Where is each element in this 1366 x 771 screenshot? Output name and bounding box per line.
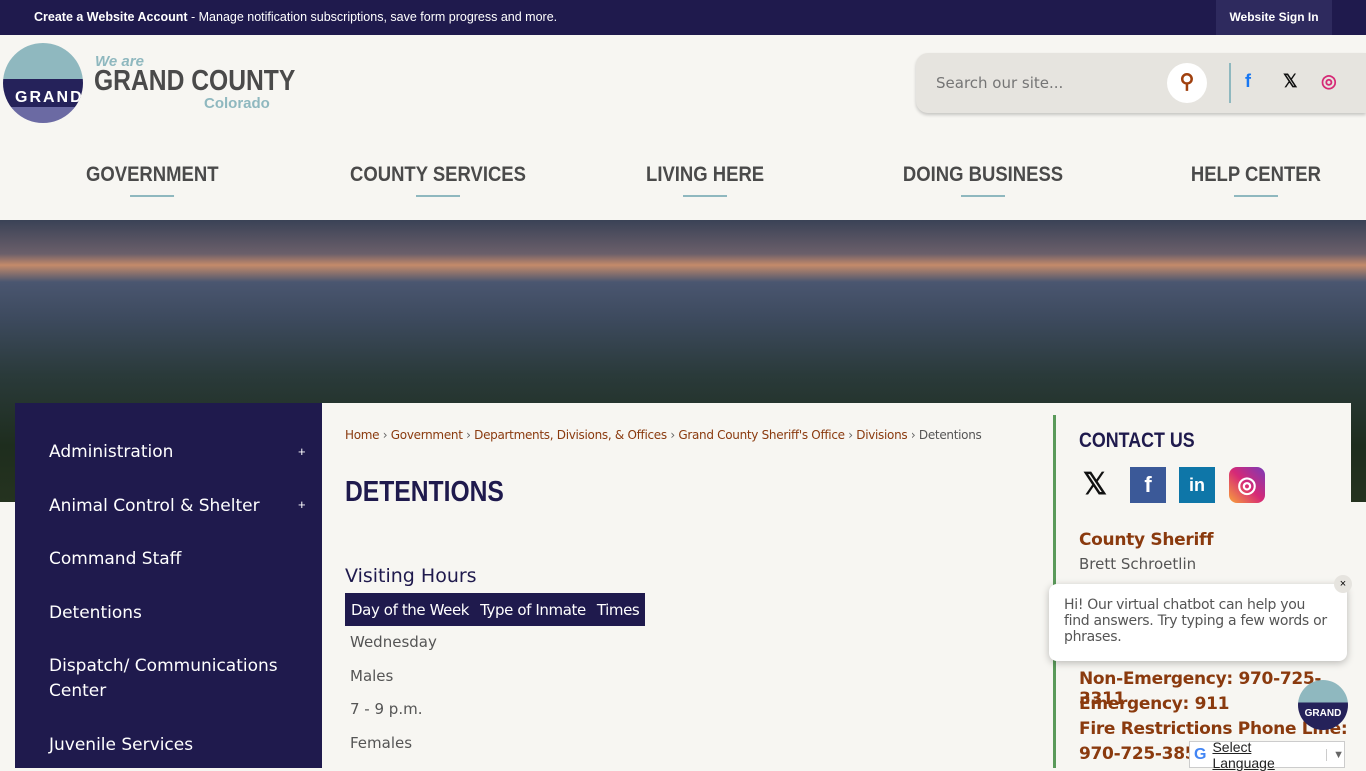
column-header: Day of the Week xyxy=(351,600,470,619)
sidebar-item-animal-control[interactable]: Animal Control & Shelter xyxy=(49,494,279,519)
search-icon: ⚲ xyxy=(1179,71,1195,93)
emergency-phone[interactable]: Emergency: 911 xyxy=(1079,694,1230,714)
language-select[interactable]: G Select Language ▼ xyxy=(1189,739,1345,771)
logo[interactable]: GRAND xyxy=(3,43,83,123)
x-icon[interactable]: 𝕏 xyxy=(1077,467,1113,503)
column-header: Times xyxy=(596,600,640,619)
column-header: Type of Inmate xyxy=(480,600,586,619)
table-header: Day of the Week Type of Inmate Times xyxy=(345,593,646,626)
logo-text-grand-county[interactable]: GRAND COUNTY xyxy=(94,65,295,98)
breadcrumb-sheriff[interactable]: Grand County Sheriff's Office xyxy=(678,428,845,442)
linkedin-icon[interactable]: in xyxy=(1179,467,1215,503)
chatbot-avatar[interactable]: GRAND xyxy=(1298,680,1348,730)
language-select-label[interactable]: Select Language xyxy=(1212,739,1314,771)
facebook-icon[interactable]: f xyxy=(1245,71,1251,92)
breadcrumb-home[interactable]: Home xyxy=(345,428,380,442)
table-cell: Females xyxy=(350,734,413,752)
logo-text-colorado[interactable]: Colorado xyxy=(204,95,270,112)
facebook-icon[interactable]: f xyxy=(1130,467,1166,503)
sheriff-name: Brett Schroetlin xyxy=(1079,555,1197,573)
create-account-label[interactable]: Create a Website Account xyxy=(34,10,188,24)
search-input[interactable] xyxy=(936,69,1156,97)
table-cell: Wednesday xyxy=(350,633,437,651)
sheriff-title: County Sheriff xyxy=(1079,530,1214,550)
close-icon[interactable]: × xyxy=(1334,575,1352,593)
breadcrumb-government[interactable]: Government xyxy=(391,428,463,442)
sidebar-item-juvenile-services[interactable]: Juvenile Services xyxy=(49,733,279,758)
logo-badge-text: GRAND xyxy=(15,89,83,106)
breadcrumb: Home › Government › Departments, Divisio… xyxy=(345,428,982,442)
nav-county-services[interactable]: COUNTY SERVICES xyxy=(350,163,526,197)
instagram-icon[interactable]: ◎ xyxy=(1321,71,1337,92)
divider xyxy=(1229,63,1231,103)
expand-icon[interactable]: + xyxy=(298,444,306,459)
visiting-hours-heading: Visiting Hours xyxy=(345,565,477,587)
nav-government[interactable]: GOVERNMENT xyxy=(86,163,218,197)
instagram-icon[interactable]: ◎ xyxy=(1229,467,1265,503)
account-description: - Manage notification subscriptions, sav… xyxy=(187,10,558,24)
table-cell: 7 - 9 p.m. xyxy=(350,700,423,718)
page-title: DETENTIONS xyxy=(345,476,504,508)
header: GRAND We are GRAND COUNTY Colorado ⚲ f 𝕏… xyxy=(0,35,1366,220)
x-icon[interactable]: 𝕏 xyxy=(1283,71,1298,92)
table-cell: Males xyxy=(350,667,394,685)
sign-in-button[interactable]: Website Sign In xyxy=(1216,0,1332,35)
chevron-down-icon[interactable]: ▼ xyxy=(1326,748,1344,761)
chatbot-bubble[interactable]: Hi! Our virtual chatbot can help you fin… xyxy=(1049,584,1347,661)
sidebar-item-dispatch[interactable]: Dispatch/ Communications Center xyxy=(49,654,279,704)
breadcrumb-divisions[interactable]: Divisions xyxy=(856,428,907,442)
search-button[interactable]: ⚲ xyxy=(1167,63,1207,103)
sidebar-item-command-staff[interactable]: Command Staff xyxy=(49,547,279,572)
search-box: ⚲ f 𝕏 ◎ xyxy=(916,53,1366,113)
sidebar-item-administration[interactable]: Administration xyxy=(49,440,279,465)
nav-living-here[interactable]: LIVING HERE xyxy=(646,163,764,197)
google-icon: G xyxy=(1194,745,1207,763)
create-account-link[interactable]: Create a Website Account - Manage notifi… xyxy=(34,10,557,24)
sidebar-item-detentions[interactable]: Detentions xyxy=(49,601,279,626)
breadcrumb-current: Detentions xyxy=(918,428,982,442)
contact-heading: CONTACT US xyxy=(1079,429,1195,452)
sidebar: Administration + Animal Control & Shelte… xyxy=(15,403,322,768)
breadcrumb-departments[interactable]: Departments, Divisions, & Offices xyxy=(474,428,667,442)
expand-icon[interactable]: + xyxy=(298,497,306,512)
nav-doing-business[interactable]: DOING BUSINESS xyxy=(903,163,1063,197)
top-bar: Create a Website Account - Manage notifi… xyxy=(0,0,1366,35)
nav-help-center[interactable]: HELP CENTER xyxy=(1191,163,1321,197)
